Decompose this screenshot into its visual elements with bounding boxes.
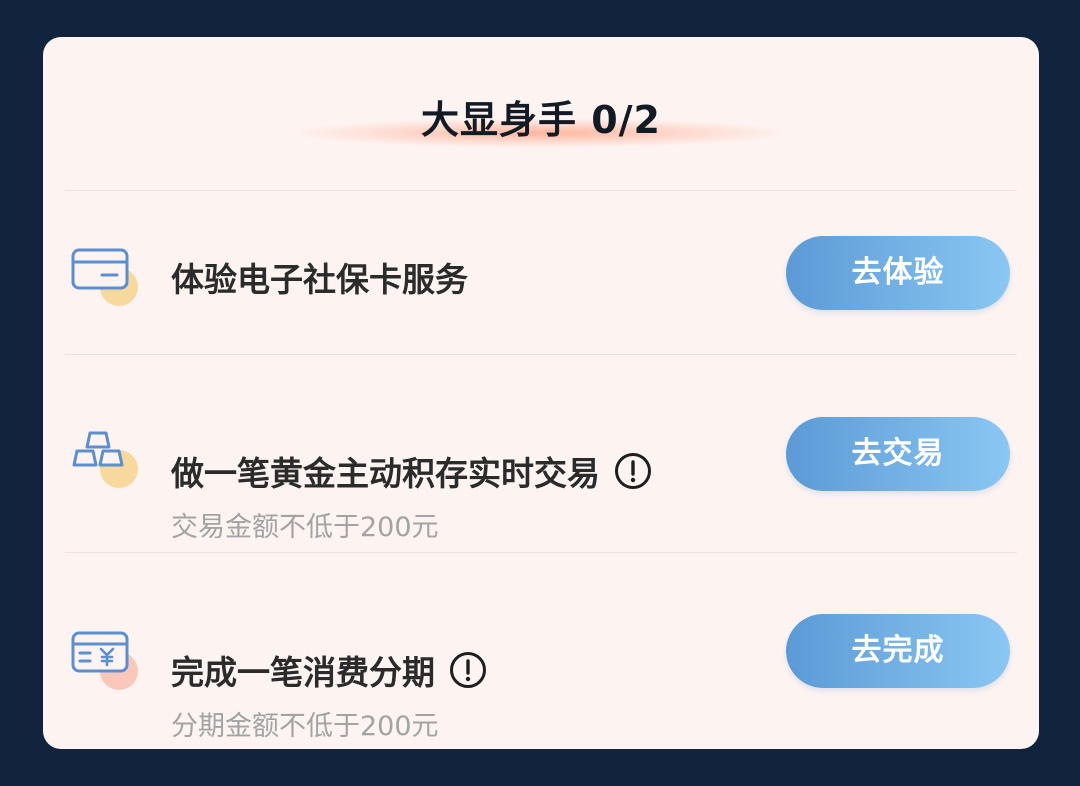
try-button[interactable]: 去体验 (786, 236, 1010, 310)
card-icon (69, 241, 141, 313)
task-title: 做一笔黄金主动积存实时交易 (171, 447, 652, 495)
task-title: 完成一笔消费分期 (171, 646, 487, 694)
yuan-card-icon (69, 623, 141, 695)
gold-bars-icon (69, 423, 141, 495)
task-subtitle: 交易金额不低于200元 (171, 512, 439, 543)
task-title: 体验电子社保卡服务 (171, 260, 468, 299)
section-header: 大显身手 0/2 (43, 37, 1039, 189)
info-icon[interactable] (449, 651, 487, 689)
task-item-social-security: 体验电子社保卡服务 去体验 (43, 191, 1039, 354)
task-item-gold-trade: 做一笔黄金主动积存实时交易 交易金额不低于200元 去交易 (43, 355, 1039, 552)
task-card: 大显身手 0/2 体验电子社保卡服务 去体验 做一笔黄金主动积存实时交易 交易金… (43, 37, 1039, 749)
trade-button[interactable]: 去交易 (786, 417, 1010, 491)
task-item-installment: 完成一笔消费分期 分期金额不低于200元 去完成 (43, 553, 1039, 749)
task-title-text: 做一笔黄金主动积存实时交易 (171, 454, 600, 493)
task-subtitle: 分期金额不低于200元 (171, 711, 439, 742)
info-icon[interactable] (614, 452, 652, 490)
complete-button[interactable]: 去完成 (786, 614, 1010, 688)
task-title-text: 完成一笔消费分期 (171, 653, 435, 692)
section-title: 大显身手 0/2 (421, 98, 661, 142)
